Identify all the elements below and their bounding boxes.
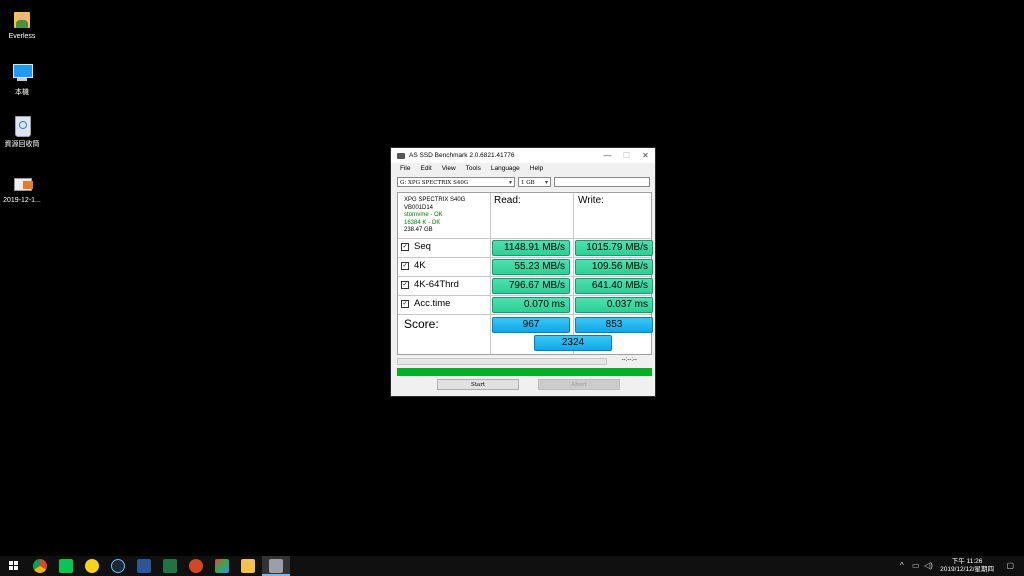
clock[interactable]: 下午 11:26 2019/12/12/星期四 — [940, 558, 994, 574]
desktop-icon-label: 2019-12-1... — [3, 197, 41, 204]
toolbar: G: XPG SPECTRIX S40G ▾ 1 GB ▾ — [397, 177, 650, 188]
alignment-status: 16384 K - OK — [404, 219, 441, 226]
test-progress-bar — [397, 358, 607, 365]
desktop-icon-label: 本機 — [15, 89, 29, 96]
score-label: Score: — [404, 317, 439, 331]
row-label: Acc.time — [414, 298, 451, 309]
start-button[interactable]: Start — [437, 379, 519, 390]
image-file-icon — [11, 172, 33, 194]
word-icon[interactable] — [137, 559, 151, 573]
desktop-icon-image-file[interactable]: 2019-12-1... — [0, 172, 44, 204]
row-seq-checkbox[interactable]: ✓ Seq — [401, 241, 431, 252]
notification-icon[interactable]: ▢ — [1006, 561, 1014, 570]
acc-time-write-value: 0.037 ms — [575, 297, 653, 313]
total-score: 2324 — [534, 335, 612, 351]
row-acc-time-checkbox[interactable]: ✓ Acc.time — [401, 298, 450, 309]
checkbox-checked-icon: ✓ — [401, 242, 409, 251]
menu-view[interactable]: View — [437, 165, 461, 172]
read-score: 967 — [492, 317, 570, 333]
checkbox-checked-icon: ✓ — [401, 299, 409, 308]
menu-language[interactable]: Language — [486, 165, 525, 172]
line-icon[interactable] — [59, 559, 73, 573]
drive-select[interactable]: G: XPG SPECTRIX S40G ▾ — [397, 177, 515, 187]
overall-progress-bar — [397, 368, 652, 376]
as-ssd-window: AS SSD Benchmark 2.0.6821.41776 — ☐ ✕ Fi… — [390, 147, 656, 397]
driver-status: stornvme - OK — [404, 212, 443, 218]
minimize-button[interactable]: — — [598, 148, 617, 163]
clock-date: 2019/12/12/星期四 — [940, 566, 994, 573]
menu-file[interactable]: File — [395, 165, 415, 172]
windows-start-icon[interactable] — [7, 559, 21, 573]
volume-icon[interactable]: ◁) — [924, 561, 933, 570]
taskbar: ^ ▭ ◁) 下午 11:26 2019/12/12/星期四 ▢ — [0, 556, 1024, 576]
network-icon[interactable]: ▭ — [912, 561, 920, 570]
file-explorer-icon[interactable] — [241, 559, 255, 573]
drive-capacity: 238.47 GB — [404, 227, 433, 233]
seq-read-value: 1148.91 MB/s — [492, 240, 570, 256]
system-tray: ^ ▭ ◁) 下午 11:26 2019/12/12/星期四 ▢ — [884, 556, 1024, 576]
checkbox-checked-icon: ✓ — [401, 261, 409, 270]
powerpoint-icon[interactable] — [189, 559, 203, 573]
desktop-icon-label: 資源回收筒 — [4, 141, 40, 148]
title-bar[interactable]: AS SSD Benchmark 2.0.6821.41776 — ☐ ✕ — [391, 148, 655, 163]
recycle-bin-icon — [11, 114, 33, 137]
close-button[interactable]: ✕ — [636, 148, 655, 163]
drive-model: XPG SPECTRIX S40G — [404, 197, 466, 203]
checkbox-checked-icon: ✓ — [401, 280, 409, 289]
app-icon — [397, 152, 405, 159]
test-size-select[interactable]: 1 GB ▾ — [518, 177, 551, 187]
desktop-icon-everless[interactable]: Everless — [0, 8, 44, 40]
drive-firmware: VB001D14 — [404, 204, 434, 211]
results-grid: XPG SPECTRIX S40G VB001D14 stornvme - OK… — [397, 192, 653, 355]
write-score: 853 — [575, 317, 653, 333]
menu-edit[interactable]: Edit — [415, 165, 436, 172]
row-4k-64thrd-checkbox[interactable]: ✓ 4K-64Thrd — [401, 279, 459, 290]
4k-write-value: 109.56 MB/s — [575, 259, 653, 275]
drive-select-value: G: XPG SPECTRIX S40G — [400, 180, 469, 186]
drive-info: XPG SPECTRIX S40G VB001D14 stornvme - OK… — [404, 197, 465, 235]
status-field — [554, 177, 650, 187]
chevron-up-icon[interactable]: ^ — [900, 561, 904, 570]
abort-button[interactable]: Abort — [538, 379, 620, 390]
acc-time-read-value: 0.070 ms — [492, 297, 570, 313]
window-title: AS SSD Benchmark 2.0.6821.41776 — [409, 152, 515, 159]
menu-bar: File Edit View Tools Language Help — [391, 163, 655, 173]
4k-64thrd-write-value: 641.40 MB/s — [575, 278, 653, 294]
4k-64thrd-read-value: 796.67 MB/s — [492, 278, 570, 294]
desktop-icon-recycle-bin[interactable]: 資源回收筒 — [0, 114, 44, 149]
photos-icon[interactable] — [215, 559, 229, 573]
menu-help[interactable]: Help — [525, 165, 548, 172]
chevron-down-icon: ▾ — [508, 179, 512, 186]
seq-write-value: 1015.79 MB/s — [575, 240, 653, 256]
write-header: Write: — [578, 195, 604, 206]
clock-time: 下午 11:26 — [951, 558, 983, 565]
desktop-icon-this-pc[interactable]: 本機 — [0, 62, 44, 97]
test-size-value: 1 GB — [521, 180, 535, 186]
chevron-down-icon: ▾ — [544, 179, 548, 186]
steam-icon[interactable] — [111, 559, 125, 573]
maximize-button[interactable]: ☐ — [617, 148, 636, 163]
4k-read-value: 55.23 MB/s — [492, 259, 570, 275]
chrome-icon[interactable] — [33, 559, 47, 573]
desktop-icon-label: Everless — [8, 33, 36, 40]
potplayer-icon[interactable] — [85, 559, 99, 573]
row-label: 4K — [414, 260, 426, 271]
row-label: Seq — [414, 241, 431, 252]
computer-icon — [11, 62, 33, 84]
excel-icon[interactable] — [163, 559, 177, 573]
as-ssd-taskbar-icon[interactable] — [269, 559, 283, 573]
row-4k-checkbox[interactable]: ✓ 4K — [401, 260, 426, 271]
menu-tools[interactable]: Tools — [461, 165, 486, 172]
elapsed-time: --:--:-- — [621, 357, 637, 363]
folder-user-icon — [11, 8, 33, 30]
read-header: Read: — [494, 195, 521, 206]
row-label: 4K-64Thrd — [414, 279, 459, 290]
